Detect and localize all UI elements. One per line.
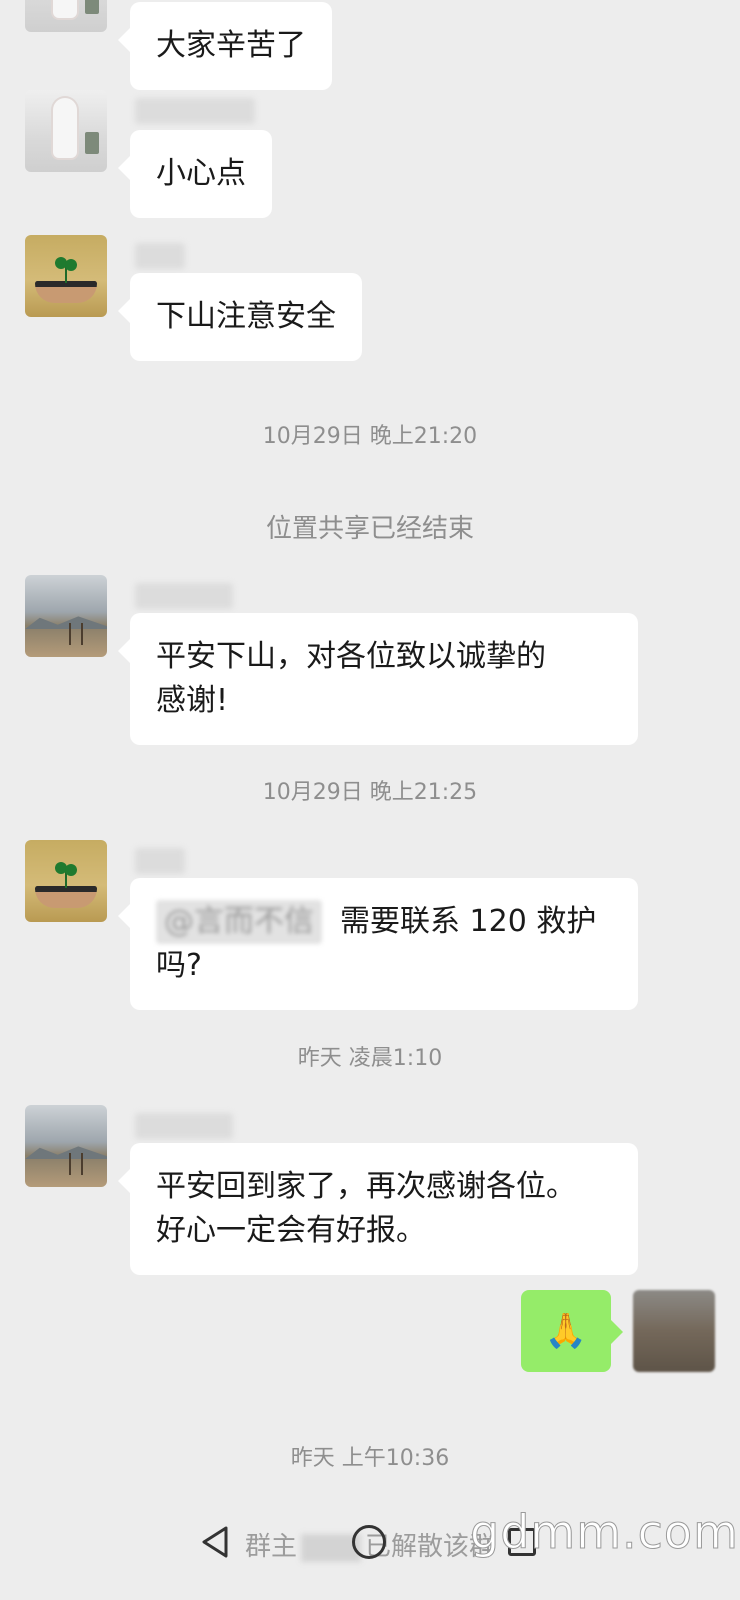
message-bubble[interactable]: 平安下山，对各位致以诚挚的 感谢! <box>118 613 638 745</box>
back-icon[interactable] <box>200 1525 230 1559</box>
sender-name-redacted <box>135 98 255 124</box>
avatar[interactable] <box>25 0 107 32</box>
outgoing-message-bubble[interactable]: 🙏 <box>521 1290 623 1372</box>
message-text: 平安回到家了，再次感谢各位。 <box>156 1169 576 1204</box>
timestamp: 10月29日 晚上21:20 <box>262 424 478 449</box>
sender-name-redacted <box>135 848 185 874</box>
message-bubble[interactable]: 小心点 <box>118 130 272 218</box>
chat-area[interactable]: 大家辛苦了 小心点 下山注意安全 10月29日 晚上21:20 位置共享已经结束… <box>0 0 740 1600</box>
timestamp: 昨天 凌晨1:10 <box>297 1046 443 1071</box>
message-bubble[interactable]: 大家辛苦了 <box>118 2 332 90</box>
message-text: 小心点 <box>156 156 246 191</box>
watermark: gdmm.com <box>470 1505 739 1560</box>
system-message: 位置共享已经结束 <box>265 514 474 544</box>
message-bubble[interactable]: @言而不信 需要联系 120 救护 吗? <box>118 878 638 1010</box>
sender-name-redacted <box>135 1113 233 1139</box>
message-text: 下山注意安全 <box>156 299 336 334</box>
message-text: 吗? <box>156 948 202 983</box>
sender-name-redacted <box>135 583 233 609</box>
timestamp: 10月29日 晚上21:25 <box>262 780 478 805</box>
timestamp: 昨天 上午10:36 <box>290 1446 450 1471</box>
avatar[interactable] <box>25 840 107 922</box>
mention-redacted[interactable]: @言而不信 <box>156 900 322 944</box>
message-bubble[interactable]: 下山注意安全 <box>118 273 362 361</box>
message-text: 大家辛苦了 <box>156 28 306 63</box>
home-icon[interactable] <box>352 1525 386 1559</box>
folded-hands-icon: 🙏 <box>544 1311 588 1351</box>
avatar[interactable] <box>25 1105 107 1187</box>
avatar[interactable] <box>25 575 107 657</box>
message-bubble[interactable]: 平安回到家了，再次感谢各位。 好心一定会有好报。 <box>118 1143 638 1275</box>
message-text: 感谢! <box>156 683 229 718</box>
message-text: 需要联系 120 救护 <box>340 904 597 939</box>
message-text: 平安下山，对各位致以诚挚的 <box>156 639 546 674</box>
self-avatar[interactable] <box>633 1290 715 1372</box>
avatar[interactable] <box>25 90 107 172</box>
message-text: 好心一定会有好报。 <box>156 1213 426 1248</box>
sender-name-redacted <box>135 243 185 269</box>
avatar[interactable] <box>25 235 107 317</box>
